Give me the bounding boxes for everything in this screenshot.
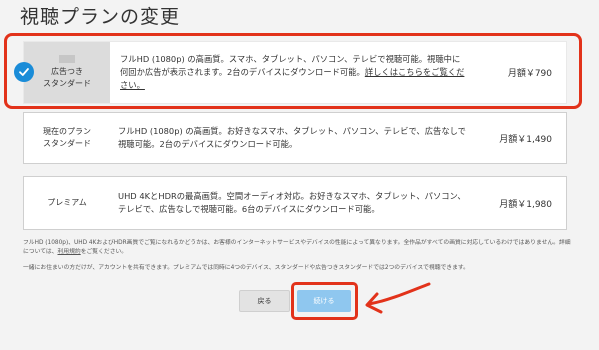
red-highlight-box (4, 33, 582, 109)
plan-name: 現在のプラン スタンダード (24, 113, 110, 163)
plan-price: 月額￥1,490 (499, 134, 552, 145)
plan-price: 月額￥1,980 (499, 199, 552, 210)
plan-option-premium[interactable]: プレミアム UHD 4KとHDRの最高画質。空間オーディオ対応。お好きなスマホ、… (23, 176, 567, 230)
plan-name: プレミアム (24, 177, 110, 229)
back-button[interactable]: 戻る (239, 290, 290, 312)
footnote-text-end: をご覧ください。 (80, 249, 128, 255)
red-highlight-box (291, 282, 358, 320)
plan-name-line2: スタンダード (43, 139, 91, 148)
plan-description: フルHD (1080p) の高画質。お好きなスマホ、タブレット、パソコン、テレビ… (118, 126, 466, 149)
terms-link[interactable]: 利用規約 (58, 249, 81, 255)
footnote-quality: フルHD (1080p)、UHD 4KおよびHDR画質でご覧になれるかどうかは、… (23, 239, 571, 257)
red-arrow-icon (365, 282, 431, 314)
plan-description: UHD 4KとHDRの最高画質。空間オーディオ対応。お好きなスマホ、タブレット、… (118, 191, 466, 214)
check-icon (14, 62, 34, 82)
page-title: 視聴プランの変更 (20, 6, 181, 28)
plan-name-line1: 現在のプラン (43, 127, 91, 136)
footnote-sharing: 一緒にお住まいの方だけが、アカウントを共有できます。プレミアムでは同時に4つのデ… (23, 265, 469, 271)
plan-name-line1: プレミアム (47, 198, 87, 207)
plan-option-standard[interactable]: 現在のプラン スタンダード フルHD (1080p) の高画質。お好きなスマホ、… (23, 112, 567, 164)
